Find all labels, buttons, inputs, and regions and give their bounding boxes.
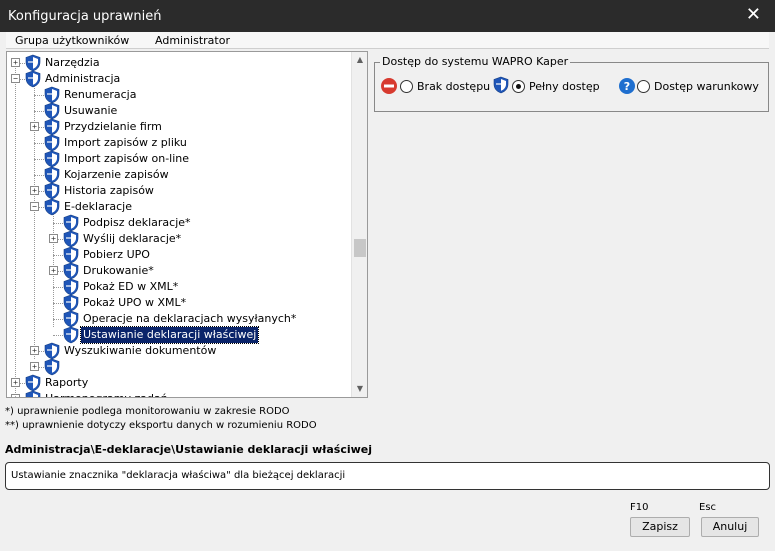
option-full-access[interactable]: Pełny dostęp bbox=[493, 76, 603, 97]
svg-text:?: ? bbox=[624, 80, 630, 93]
tree-content: + Narzędzia − Administracja Renumeracja Usuwa… bbox=[7, 52, 351, 397]
expand-icon[interactable]: + bbox=[30, 346, 39, 355]
cancel-button[interactable]: Anuluj bbox=[701, 517, 759, 537]
window-title: Konfiguracja uprawnień bbox=[8, 9, 162, 24]
expand-icon[interactable]: + bbox=[30, 122, 39, 131]
tree-node-label[interactable]: Wyślij deklaracje* bbox=[81, 231, 183, 247]
scroll-up-icon[interactable]: ▲ bbox=[352, 52, 367, 68]
tree-node-label[interactable]: Import zapisów z pliku bbox=[62, 135, 189, 151]
tree-node-label[interactable]: Podpisz deklaracje* bbox=[81, 215, 193, 231]
tree-guide-line bbox=[15, 63, 16, 397]
radio-full-access[interactable] bbox=[512, 80, 525, 93]
user-group-label: Grupa użytkowników bbox=[15, 34, 130, 47]
permission-description-box: Ustawianie znacznika "deklaracja właściw… bbox=[5, 462, 770, 490]
title-bar: Konfiguracja uprawnień ✕ bbox=[0, 0, 775, 32]
tree-scrollbar[interactable]: ▲ ▼ bbox=[351, 52, 367, 397]
option-conditional-access[interactable]: ? Dostęp warunkowy bbox=[618, 77, 768, 97]
permissions-tree[interactable]: + Narzędzia − Administracja Renumeracja Usuwa… bbox=[6, 51, 368, 398]
tree-node-label[interactable]: Historia zapisów bbox=[62, 183, 156, 199]
shield-icon bbox=[44, 358, 60, 376]
save-button[interactable]: Zapisz bbox=[630, 517, 690, 537]
tree-node-label[interactable]: Narzędzia bbox=[43, 55, 102, 71]
shield-icon bbox=[25, 70, 41, 88]
user-group-value: Administrator bbox=[155, 34, 230, 47]
radio-conditional-access[interactable] bbox=[637, 80, 650, 93]
permission-description: Ustawianie znacznika "deklaracja właściw… bbox=[11, 470, 346, 481]
shield-icon bbox=[63, 326, 79, 344]
tree-node-label[interactable]: Administracja bbox=[43, 71, 122, 87]
shield-icon bbox=[493, 76, 509, 94]
rodo-monitoring-note: *) uprawnienie podlega monitorowaniu w z… bbox=[5, 406, 290, 417]
tree-node-label[interactable]: Renumeracja bbox=[62, 87, 138, 103]
tree-node-label[interactable] bbox=[62, 359, 66, 375]
expand-icon[interactable]: + bbox=[49, 234, 58, 243]
no-entry-icon bbox=[381, 78, 397, 94]
option-no-access[interactable]: Brak dostępu bbox=[380, 77, 490, 97]
tree-node-label[interactable]: Import zapisów on-line bbox=[62, 151, 191, 167]
tree-node-label[interactable]: Usuwanie bbox=[62, 103, 119, 119]
tree-node-label[interactable]: Kojarzenie zapisów bbox=[62, 167, 171, 183]
radio-no-access[interactable] bbox=[400, 80, 413, 93]
tree-node-label[interactable]: Raporty bbox=[43, 375, 90, 391]
tree-node-label[interactable]: Pokaż ED w XML* bbox=[81, 279, 180, 295]
expand-icon[interactable]: + bbox=[30, 186, 39, 195]
help-icon: ? bbox=[619, 78, 635, 94]
shield-icon bbox=[25, 390, 41, 397]
collapse-icon[interactable]: − bbox=[11, 74, 20, 83]
expand-icon[interactable]: + bbox=[49, 266, 58, 275]
tree-node-label[interactable]: Operacje na deklaracjach wysyłanych* bbox=[81, 311, 298, 327]
save-shortcut-hint: F10 bbox=[630, 502, 649, 513]
permission-path: Administracja\E-deklaracje\Ustawianie de… bbox=[5, 443, 373, 456]
tree-node-label[interactable]: E-deklaracje bbox=[62, 199, 134, 215]
close-icon[interactable]: ✕ bbox=[746, 4, 761, 25]
expand-icon[interactable]: + bbox=[11, 394, 20, 397]
access-legend: Dostęp do systemu WAPRO Kaper bbox=[380, 55, 571, 68]
collapse-icon[interactable]: − bbox=[30, 202, 39, 211]
tree-node-label[interactable]: Pokaż UPO w XML* bbox=[81, 295, 188, 311]
tree-node-label[interactable]: Wyszukiwanie dokumentów bbox=[62, 343, 218, 359]
scrollbar-thumb[interactable] bbox=[354, 239, 366, 257]
option-conditional-access-label: Dostęp warunkowy bbox=[654, 80, 759, 93]
option-full-access-label: Pełny dostęp bbox=[529, 80, 600, 93]
tree-node-label[interactable]: Harmonogramy zadań bbox=[43, 391, 170, 397]
access-groupbox: Dostęp do systemu WAPRO Kaper Brak dostę… bbox=[374, 55, 769, 112]
expand-icon[interactable]: + bbox=[11, 58, 20, 67]
rodo-export-note: **) uprawnienie dotyczy eksportu danych … bbox=[5, 420, 317, 431]
tree-node-label[interactable]: Przydzielanie firm bbox=[62, 119, 164, 135]
tree-node-label[interactable]: Ustawianie deklaracji właściwej bbox=[79, 326, 260, 344]
user-group-bar: Grupa użytkowników Administrator bbox=[6, 32, 769, 49]
tree-node-label[interactable]: Pobierz UPO bbox=[81, 247, 152, 263]
tree-node-label[interactable]: Drukowanie* bbox=[81, 263, 156, 279]
expand-icon[interactable]: + bbox=[11, 378, 20, 387]
shield-icon bbox=[44, 198, 60, 216]
expand-icon[interactable]: + bbox=[30, 362, 39, 371]
scroll-down-icon[interactable]: ▼ bbox=[352, 381, 367, 397]
cancel-shortcut-hint: Esc bbox=[699, 502, 717, 513]
option-no-access-label: Brak dostępu bbox=[417, 80, 491, 93]
